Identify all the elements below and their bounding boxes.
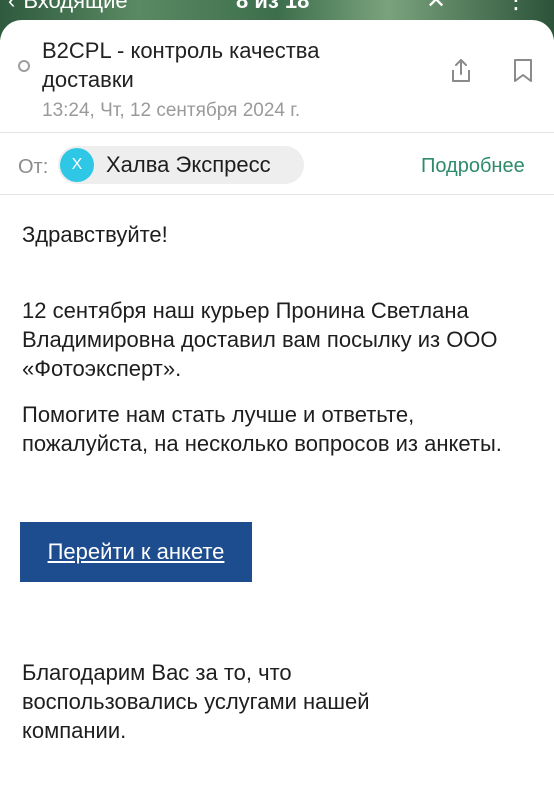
more-icon[interactable]: ⋮ [504,0,528,15]
greeting-text: Здравствуйте! [22,222,168,247]
sender-chip[interactable]: Х Халва Экспресс [58,146,304,184]
body-paragraph-1: 12 сентября наш курьер Пронина Светлана … [22,298,498,381]
closing-text: Благодарим Вас за то, что воспользовалис… [22,660,370,743]
body-paragraph-2: Помогите нам стать лучше и ответьте, пож… [22,402,502,456]
details-link[interactable]: Подробнее [421,155,525,178]
survey-button[interactable]: Перейти к анкете [20,522,252,582]
bookmark-button[interactable] [508,56,538,86]
sender-name: Халва Экспресс [106,152,271,177]
message-datetime: 13:24, Чт, 12 сентября 2024 г. [42,100,301,121]
close-icon[interactable]: ✕ [426,0,446,15]
avatar: Х [60,148,94,182]
share-icon [452,59,470,82]
sender-divider [0,194,554,195]
message-sheet: B2CPL - контроль качества доставки 13:24… [0,20,554,800]
back-button[interactable]: ‹ Входящие [8,0,128,14]
chevron-left-icon: ‹ [8,0,16,13]
share-button[interactable] [446,56,476,86]
from-label: От: [18,156,49,178]
header-divider [0,132,554,133]
message-counter: 8 из 18 [236,0,310,13]
unread-indicator-icon[interactable] [18,60,30,72]
bookmark-icon [514,59,532,82]
message-subject: B2CPL - контроль качества доставки [42,38,320,92]
back-label: Входящие [23,0,128,13]
survey-button-label: Перейти к анкете [47,539,225,564]
sender-row: От: Х Халва Экспресс Подробнее [0,144,554,194]
message-header: B2CPL - контроль качества доставки 13:24… [0,36,554,132]
